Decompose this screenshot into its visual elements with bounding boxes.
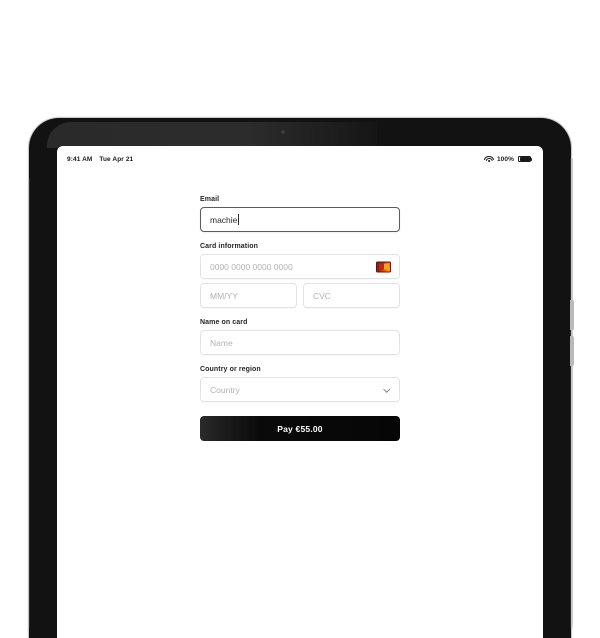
device-bezel	[47, 122, 377, 148]
status-bar: 9:41 AM Tue Apr 21 100%	[57, 146, 543, 168]
pay-button[interactable]: Pay €55.00	[200, 416, 400, 441]
checkout-form: Email machie Card information 0000 0000 …	[200, 196, 400, 441]
card-information-group: Card information 0000 0000 0000 0000 MM/…	[200, 243, 400, 308]
country-selected-value: Country	[210, 384, 240, 395]
device-rim-left	[28, 178, 30, 628]
email-input-value: machie	[210, 214, 238, 225]
card-information-label: Card information	[200, 243, 258, 250]
card-expiry-placeholder: MM/YY	[210, 290, 238, 301]
card-number-input[interactable]: 0000 0000 0000 0000	[200, 254, 400, 279]
name-on-card-group: Name on card Name	[200, 319, 400, 355]
battery-icon	[518, 155, 532, 163]
text-caret	[237, 214, 239, 225]
country-group: Country or region Country	[200, 366, 400, 402]
card-cvc-input[interactable]: CVC	[303, 283, 400, 308]
email-input[interactable]: machie	[200, 207, 400, 232]
device-rim-right	[570, 158, 573, 628]
name-on-card-placeholder: Name	[210, 337, 233, 348]
card-expiry-cvc-row: MM/YY CVC	[200, 283, 400, 308]
card-cvc-placeholder: CVC	[313, 290, 331, 301]
mastercard-icon	[376, 261, 391, 272]
card-expiry-input[interactable]: MM/YY	[200, 283, 297, 308]
card-number-placeholder: 0000 0000 0000 0000	[210, 261, 293, 272]
status-time: 9:41 AM	[67, 155, 93, 163]
email-label: Email	[200, 196, 220, 203]
status-bar-right: 100%	[483, 155, 532, 163]
volume-up-button[interactable]	[570, 300, 574, 330]
country-label: Country or region	[200, 366, 261, 373]
wifi-icon	[483, 156, 494, 163]
status-date: Tue Apr 21	[99, 155, 134, 163]
status-bar-left: 9:41 AM Tue Apr 21	[67, 156, 133, 163]
battery-percent-label: 100%	[496, 155, 514, 163]
name-on-card-input[interactable]: Name	[200, 330, 400, 355]
volume-down-button[interactable]	[570, 336, 574, 366]
camera-dot-icon	[281, 130, 285, 134]
email-field-group: Email machie	[200, 196, 400, 232]
country-select[interactable]: Country	[200, 377, 400, 402]
tablet-device: 9:41 AM Tue Apr 21 100% Email machie Car…	[28, 118, 574, 638]
device-screen: 9:41 AM Tue Apr 21 100% Email machie Car…	[57, 146, 543, 638]
chevron-down-icon	[384, 387, 390, 393]
name-on-card-label: Name on card	[200, 319, 248, 326]
